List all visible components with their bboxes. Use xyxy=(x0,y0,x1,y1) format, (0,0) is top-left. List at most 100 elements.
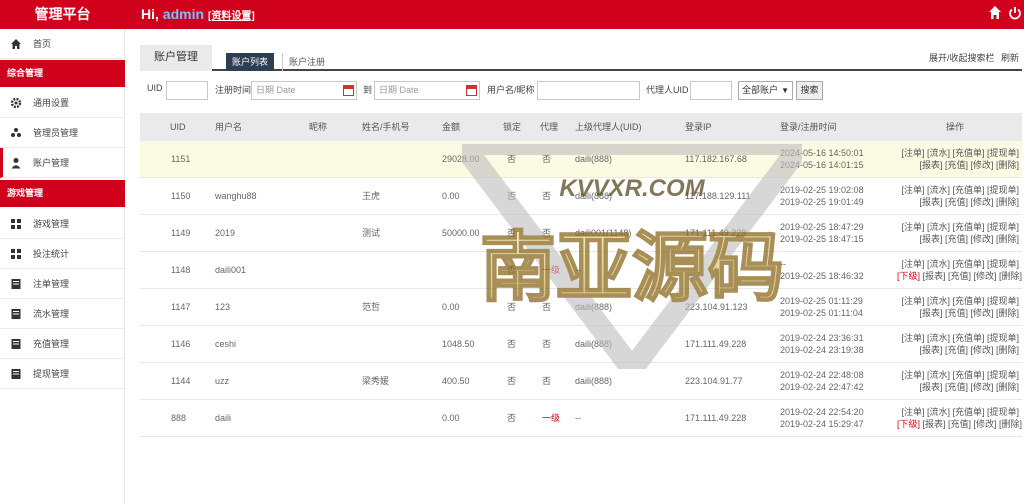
subordinates-link[interactable]: [下级] xyxy=(897,419,920,429)
cell-ip: 117.182.167.68 xyxy=(685,154,747,164)
row-actions-links[interactable]: [报表] [充值] [修改] [删除] xyxy=(923,271,1023,281)
agent-uid-input[interactable] xyxy=(690,81,732,100)
cell-ip: 171.111.49.228 xyxy=(685,339,747,349)
date-placeholder: 日期 Date xyxy=(379,85,419,95)
row-actions-secondary[interactable]: [报表] [充值] [修改] [删除] xyxy=(897,344,1019,356)
col-agent: 代理 xyxy=(540,122,559,132)
search-button[interactable]: 搜索 xyxy=(796,81,823,100)
agent-uid-label: 代理人UID xyxy=(646,85,689,95)
cell-ip: 171.111.49.228 xyxy=(685,228,747,238)
power-icon[interactable] xyxy=(1008,5,1022,21)
row-actions-links[interactable]: [报表] [充值] [修改] [删除] xyxy=(919,197,1019,207)
row-actions-links[interactable]: [报表] [充值] [修改] [删除] xyxy=(919,345,1019,355)
cell-uid: 1151 xyxy=(171,154,191,164)
cell-parent: daili001(1148) xyxy=(575,228,632,238)
accounts-table: UID 用户名 昵称 姓名/手机号 金额 锁定 代理 上级代理人(UID) 登录… xyxy=(140,113,1022,437)
sidebar-item-admin-management[interactable]: 管理员管理 xyxy=(0,118,125,148)
sidebar-item-account-management[interactable]: 账户管理 xyxy=(0,148,125,178)
toggle-search-bar-link[interactable]: 展开/收起搜索栏 xyxy=(929,51,995,64)
cell-time: 2024-05-16 14:01:15 xyxy=(780,160,864,170)
sidebar-item-withdraw-management[interactable]: 提现管理 xyxy=(0,359,125,389)
cell-time: 2019-02-24 23:36:31 xyxy=(780,333,864,343)
row-actions-links[interactable]: [报表] [充值] [修改] [删除] xyxy=(919,160,1019,170)
cell-parent: daili(888) xyxy=(575,302,613,312)
greeting: Hi, admin [资料设置] xyxy=(141,0,255,29)
cell-time: 2019-02-24 15:29:47 xyxy=(780,419,864,429)
col-actions: 操作 xyxy=(946,122,965,132)
row-actions-primary[interactable]: [注单] [流水] [充值单] [提现单] xyxy=(897,184,1019,196)
cell-time: 2024-05-16 14:50:01 xyxy=(780,148,864,158)
sidebar-item-home[interactable]: 首页 xyxy=(0,29,125,59)
subtab-account-list[interactable]: 账户列表 xyxy=(226,53,274,71)
row-actions-secondary[interactable]: [下级] [报表] [充值] [修改] [删除] xyxy=(897,270,1022,282)
cell-parent: -- xyxy=(575,413,581,423)
reg-start-date-input[interactable]: 日期 Date xyxy=(251,81,357,100)
selected-value: 全部账户 xyxy=(742,85,779,95)
subordinates-link[interactable]: [下级] xyxy=(897,271,920,281)
col-uid: UID xyxy=(170,122,186,132)
cell-parent: daili(888) xyxy=(575,339,613,349)
cell-name: 测试 xyxy=(362,228,381,238)
sidebar-item-deposit-management[interactable]: 充值管理 xyxy=(0,329,125,359)
tab-account-management[interactable]: 账户管理 xyxy=(140,45,212,71)
date-placeholder: 日期 Date xyxy=(256,85,296,95)
profile-settings-link[interactable]: [资料设置] xyxy=(208,11,255,22)
cell-parent: daili(888) xyxy=(575,154,613,164)
row-actions-primary[interactable]: [注单] [流水] [充值单] [提现单] xyxy=(897,295,1019,307)
subtab-account-register[interactable]: 账户注册 xyxy=(282,53,325,71)
cell-time: 2019-02-25 01:11:04 xyxy=(780,308,863,318)
cell-username: wanghu88 xyxy=(215,191,257,201)
sidebar-item-bet-management[interactable]: 注单管理 xyxy=(0,269,125,299)
row-actions-secondary[interactable]: [报表] [充值] [修改] [删除] xyxy=(897,196,1019,208)
row-actions-secondary[interactable]: [下级] [报表] [充值] [修改] [删除] xyxy=(897,418,1022,430)
cell-amount: 0.00 xyxy=(442,413,460,423)
sidebar-item-game-management[interactable]: 游戏管理 xyxy=(0,209,125,239)
row-actions-primary[interactable]: [注单] [流水] [充值单] [提现单] xyxy=(897,258,1019,270)
document-icon xyxy=(11,339,21,349)
users-icon xyxy=(11,128,21,137)
calendar-icon[interactable] xyxy=(343,85,354,96)
row-actions-primary[interactable]: [注单] [流水] [充值单] [提现单] xyxy=(897,221,1019,233)
calendar-icon[interactable] xyxy=(466,85,477,96)
sidebar-item-label: 提现管理 xyxy=(33,369,70,379)
row-actions-links[interactable]: [报表] [充值] [修改] [删除] xyxy=(919,382,1019,392)
row-actions-secondary[interactable]: [报表] [充值] [修改] [删除] xyxy=(897,381,1019,393)
row-actions-links[interactable]: [报表] [充值] [修改] [删除] xyxy=(923,419,1023,429)
row-actions-secondary[interactable]: [报表] [充值] [修改] [删除] xyxy=(897,233,1019,245)
username-input[interactable] xyxy=(537,81,640,100)
cell-amount: 0.00 xyxy=(442,191,460,201)
cell-agent: 否 xyxy=(542,191,552,201)
table-row: 1150 wanghu88 王虎 0.00 否 否 daili(888) 117.188.12… xyxy=(140,178,1022,215)
row-actions-secondary[interactable]: [报表] [充值] [修改] [删除] xyxy=(897,159,1019,171)
uid-label: UID xyxy=(147,83,163,93)
cell-name: 梁秀媛 xyxy=(362,376,390,386)
sidebar-item-turnover-management[interactable]: 流水管理 xyxy=(0,299,125,329)
refresh-link[interactable]: 刷新 xyxy=(1001,51,1019,64)
row-actions-primary[interactable]: [注单] [流水] [充值单] [提现单] xyxy=(897,332,1019,344)
cell-uid: 888 xyxy=(171,413,187,423)
row-actions-primary[interactable]: [注单] [流水] [充值单] [提现单] xyxy=(897,406,1019,418)
cell-time: -- xyxy=(780,259,786,269)
cell-agent: 否 xyxy=(542,339,552,349)
sidebar-item-general-settings[interactable]: 通用设置 xyxy=(0,88,125,118)
sidebar-item-label: 游戏管理 xyxy=(33,219,70,229)
sidebar-item-bet-stats[interactable]: 投注统计 xyxy=(0,239,125,269)
cell-amount: 400.50 xyxy=(442,376,470,386)
sidebar-item-label: 投注统计 xyxy=(33,249,70,259)
cell-locked: 否 xyxy=(507,228,517,238)
table-row: 1146 ceshi 1048.50 否 否 daili(888) 171.111.49.2… xyxy=(140,326,1022,363)
cell-ip: 117.188.129.111 xyxy=(685,191,751,201)
reg-end-date-input[interactable]: 日期 Date xyxy=(374,81,480,100)
row-actions-links[interactable]: [报表] [充值] [修改] [删除] xyxy=(919,308,1019,318)
account-status-select[interactable]: 全部账户 ▼ xyxy=(738,81,793,100)
row-actions-links[interactable]: [报表] [充值] [修改] [删除] xyxy=(919,234,1019,244)
row-actions-primary[interactable]: [注单] [流水] [充值单] [提现单] xyxy=(897,147,1019,159)
row-actions-secondary[interactable]: [报表] [充值] [修改] [删除] xyxy=(897,307,1019,319)
cell-locked: 否 xyxy=(507,302,517,312)
grid-icon xyxy=(11,219,21,229)
home-icon[interactable] xyxy=(988,5,1002,21)
col-username: 用户名 xyxy=(215,122,243,132)
uid-input[interactable] xyxy=(166,81,208,100)
sidebar-group-general: 综合管理 xyxy=(0,60,125,87)
row-actions-primary[interactable]: [注单] [流水] [充值单] [提现单] xyxy=(897,369,1019,381)
